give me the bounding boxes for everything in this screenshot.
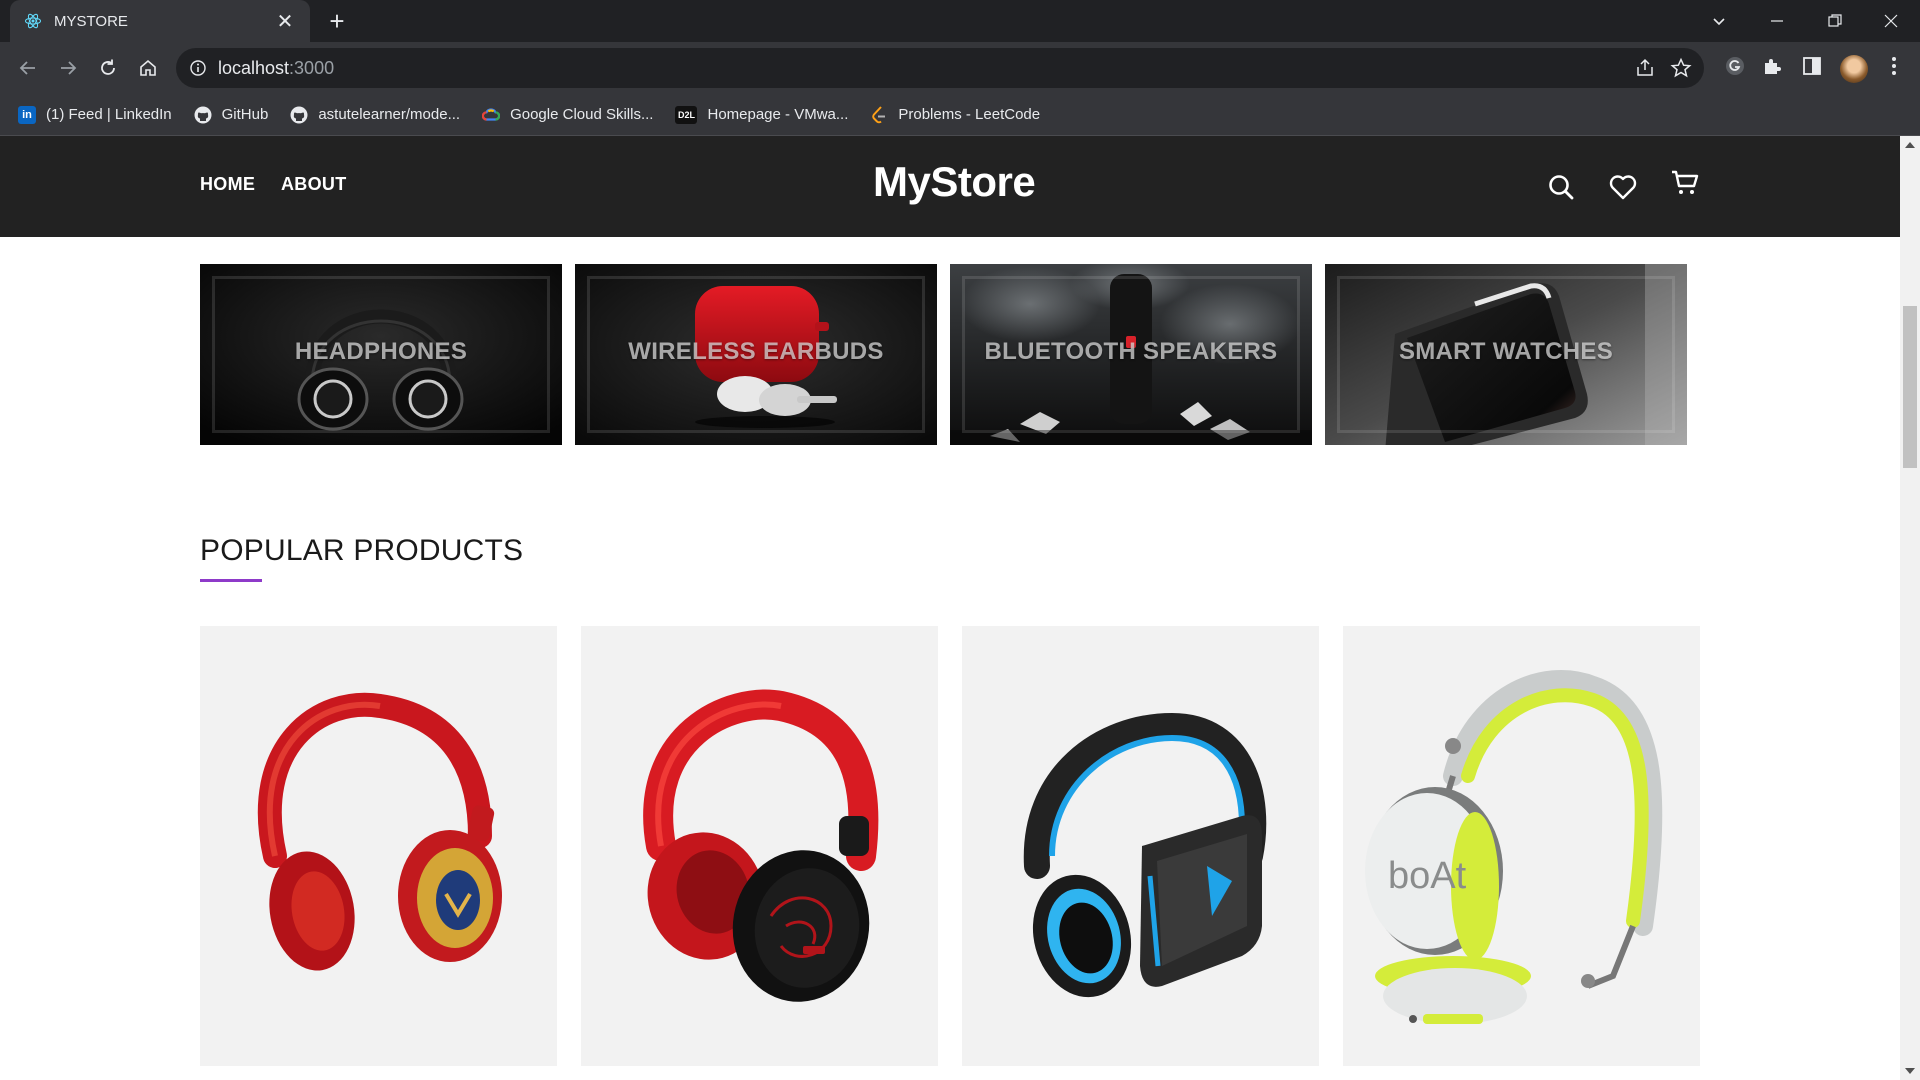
- back-icon[interactable]: [12, 52, 44, 84]
- url-text: localhost:3000: [218, 58, 335, 78]
- reload-icon[interactable]: [92, 52, 124, 84]
- restore-button[interactable]: [1806, 0, 1864, 42]
- page-viewport: HOME ABOUT MyStore HEADPHONES WIRELESS E…: [0, 136, 1900, 1080]
- category-card-smart-watches[interactable]: SMART WATCHES: [1325, 264, 1687, 445]
- scrollbar-thumb[interactable]: [1903, 306, 1917, 468]
- product-card[interactable]: boAt: [1343, 626, 1700, 1066]
- browser-tab[interactable]: MYSTORE ✕: [10, 0, 310, 42]
- d2l-icon: D2L: [675, 105, 698, 124]
- tab-search-icon[interactable]: [1690, 0, 1748, 42]
- scroll-down-arrow-icon[interactable]: [1905, 1068, 1915, 1074]
- bookmark-label: Google Cloud Skills...: [510, 106, 654, 123]
- nav-about-link[interactable]: ABOUT: [281, 174, 347, 195]
- bookmark-leetcode[interactable]: Problems - LeetCode: [870, 105, 1041, 124]
- bookmark-label: Homepage - VMwa...: [707, 106, 849, 123]
- github-icon: [194, 106, 212, 124]
- grammarly-extension-icon[interactable]: [1723, 54, 1747, 78]
- product-card[interactable]: [200, 626, 557, 1066]
- bookmark-label: GitHub: [221, 106, 269, 123]
- cart-icon[interactable]: [1668, 166, 1702, 200]
- extensions-puzzle-icon[interactable]: [1760, 54, 1784, 78]
- bookmark-astutelearner[interactable]: astutelearner/mode...: [290, 106, 460, 124]
- browser-tab-bar: MYSTORE ✕ +: [0, 0, 1920, 42]
- title-underline: [200, 579, 262, 582]
- profile-avatar[interactable]: [1840, 55, 1868, 83]
- linkedin-icon: in: [18, 105, 36, 124]
- bookmark-vmware[interactable]: D2L Homepage - VMwa...: [675, 105, 849, 124]
- category-label: SMART WATCHES: [1398, 338, 1614, 365]
- site-header: HOME ABOUT MyStore: [0, 136, 1900, 237]
- tab-title: MYSTORE: [54, 12, 128, 30]
- white-lime-boat-headphones-image: boAt: [1365, 670, 1663, 1024]
- category-label: HEADPHONES: [294, 338, 468, 365]
- bookmark-github[interactable]: GitHub: [194, 106, 269, 124]
- home-icon[interactable]: [132, 52, 164, 84]
- site-info-icon[interactable]: [188, 58, 208, 78]
- wishlist-heart-icon[interactable]: [1606, 170, 1640, 204]
- site-logo[interactable]: MyStore: [873, 158, 1036, 206]
- page-scrollbar[interactable]: [1900, 136, 1920, 1080]
- search-icon[interactable]: [1544, 170, 1578, 204]
- scroll-up-arrow-icon[interactable]: [1905, 142, 1915, 148]
- browser-toolbar: localhost:3000: [0, 42, 1920, 94]
- nav-home-link[interactable]: HOME: [200, 174, 255, 195]
- address-bar[interactable]: localhost:3000: [176, 48, 1704, 88]
- category-card-wireless-earbuds[interactable]: WIRELESS EARBUDS: [575, 264, 937, 445]
- close-tab-icon[interactable]: ✕: [274, 9, 296, 34]
- leetcode-icon: [870, 105, 888, 124]
- popular-products-title: POPULAR PRODUCTS: [200, 534, 524, 567]
- category-card-headphones[interactable]: HEADPHONES: [200, 264, 562, 445]
- category-label: BLUETOOTH SPEAKERS: [984, 338, 1278, 365]
- google-cloud-icon: [482, 106, 501, 124]
- bookmark-linkedin[interactable]: in (1) Feed | LinkedIn: [18, 105, 172, 124]
- side-panel-icon[interactable]: [1800, 54, 1824, 78]
- blue-black-gaming-headphones-image: [1023, 712, 1267, 998]
- bookmarks-bar: in (1) Feed | LinkedIn GitHub astutelear…: [0, 94, 1920, 136]
- forward-icon[interactable]: [52, 52, 84, 84]
- bookmark-google-cloud[interactable]: Google Cloud Skills...: [482, 106, 653, 124]
- github-icon: [290, 106, 308, 124]
- red-gold-headphones-image: [257, 692, 502, 971]
- share-icon[interactable]: [1634, 57, 1656, 79]
- product-card[interactable]: [962, 626, 1319, 1066]
- red-black-headphones-image: [643, 689, 879, 1002]
- close-window-button[interactable]: [1862, 0, 1920, 42]
- boat-brand-mark: boAt: [1388, 855, 1467, 897]
- bookmark-star-icon[interactable]: [1670, 57, 1692, 79]
- product-card[interactable]: [581, 626, 938, 1066]
- category-card-bluetooth-speakers[interactable]: BLUETOOTH SPEAKERS: [950, 264, 1312, 445]
- bookmark-label: Problems - LeetCode: [898, 106, 1041, 123]
- category-label: WIRELESS EARBUDS: [628, 338, 884, 365]
- new-tab-button[interactable]: +: [322, 7, 352, 37]
- bookmark-label: (1) Feed | LinkedIn: [46, 106, 172, 123]
- browser-menu-icon[interactable]: [1882, 54, 1906, 78]
- minimize-button[interactable]: [1748, 0, 1806, 42]
- react-icon: [24, 12, 42, 30]
- bookmark-label: astutelearner/mode...: [318, 106, 461, 123]
